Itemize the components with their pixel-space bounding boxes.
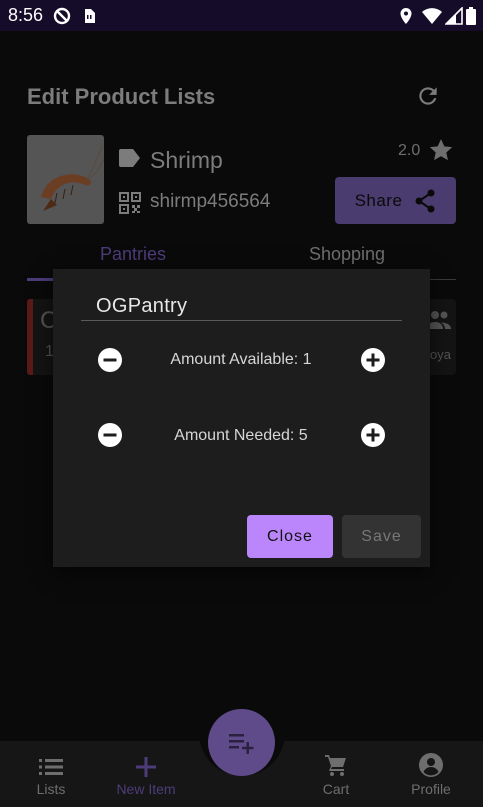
playlist-add-icon [228,733,253,754]
add-to-list-fab[interactable] [208,709,275,776]
nav-cart[interactable]: Cart [288,741,384,807]
tab-shopping[interactable]: Shopping [309,244,385,265]
decrease-available-icon[interactable] [98,348,122,372]
share-icon [415,189,435,212]
share-button[interactable]: Share [335,177,456,224]
tab-indicator [27,278,53,281]
qr-code-icon [119,192,141,214]
pantry-name-underline [81,320,402,321]
nav-profile-label: Profile [411,781,451,797]
profile-icon [419,753,443,777]
nav-new-item[interactable]: New Item [98,741,194,807]
refresh-icon[interactable] [415,83,441,109]
nav-lists-label: Lists [36,781,66,797]
product-name: Shrimp [150,147,223,173]
nav-lists[interactable]: Lists [3,741,99,807]
shrimp-image [27,135,104,224]
page-title: Edit Product Lists [27,84,216,109]
close-button[interactable]: Close [247,515,333,558]
increase-needed-icon[interactable] [361,423,385,447]
product-code: shirmp456564 [150,191,271,212]
wifi-icon [422,8,442,24]
dnd-icon [53,7,71,25]
tab-pantries[interactable]: Pantries [100,244,166,265]
location-icon [400,8,412,24]
decrease-needed-icon[interactable] [98,423,122,447]
signal-icon [445,7,463,25]
battery-icon [466,7,476,25]
product-image [27,135,104,224]
nav-profile[interactable]: Profile [383,741,479,807]
increase-available-icon[interactable] [361,348,385,372]
share-button-label: Share [354,190,403,210]
nav-new-item-label: New Item [116,781,176,797]
sim-card-icon [85,9,95,23]
pantry-card-owner: oya [430,347,451,362]
tag-icon [119,149,140,167]
status-time: 8:56 [8,5,44,25]
people-icon [427,311,451,329]
cart-icon [325,755,346,776]
amount-available-label: Amount Available: 1 [170,351,312,368]
pantry-name: OGPantry [96,295,188,317]
nav-cart-label: Cart [322,781,350,797]
product-rating: 2.0 [398,142,421,159]
list-icon [39,759,63,775]
amount-needed-label: Amount Needed: 5 [174,427,308,444]
save-button[interactable]: Save [342,515,421,558]
star-icon[interactable] [428,137,454,163]
plus-icon [136,757,156,777]
pantry-card-accent [27,299,33,375]
